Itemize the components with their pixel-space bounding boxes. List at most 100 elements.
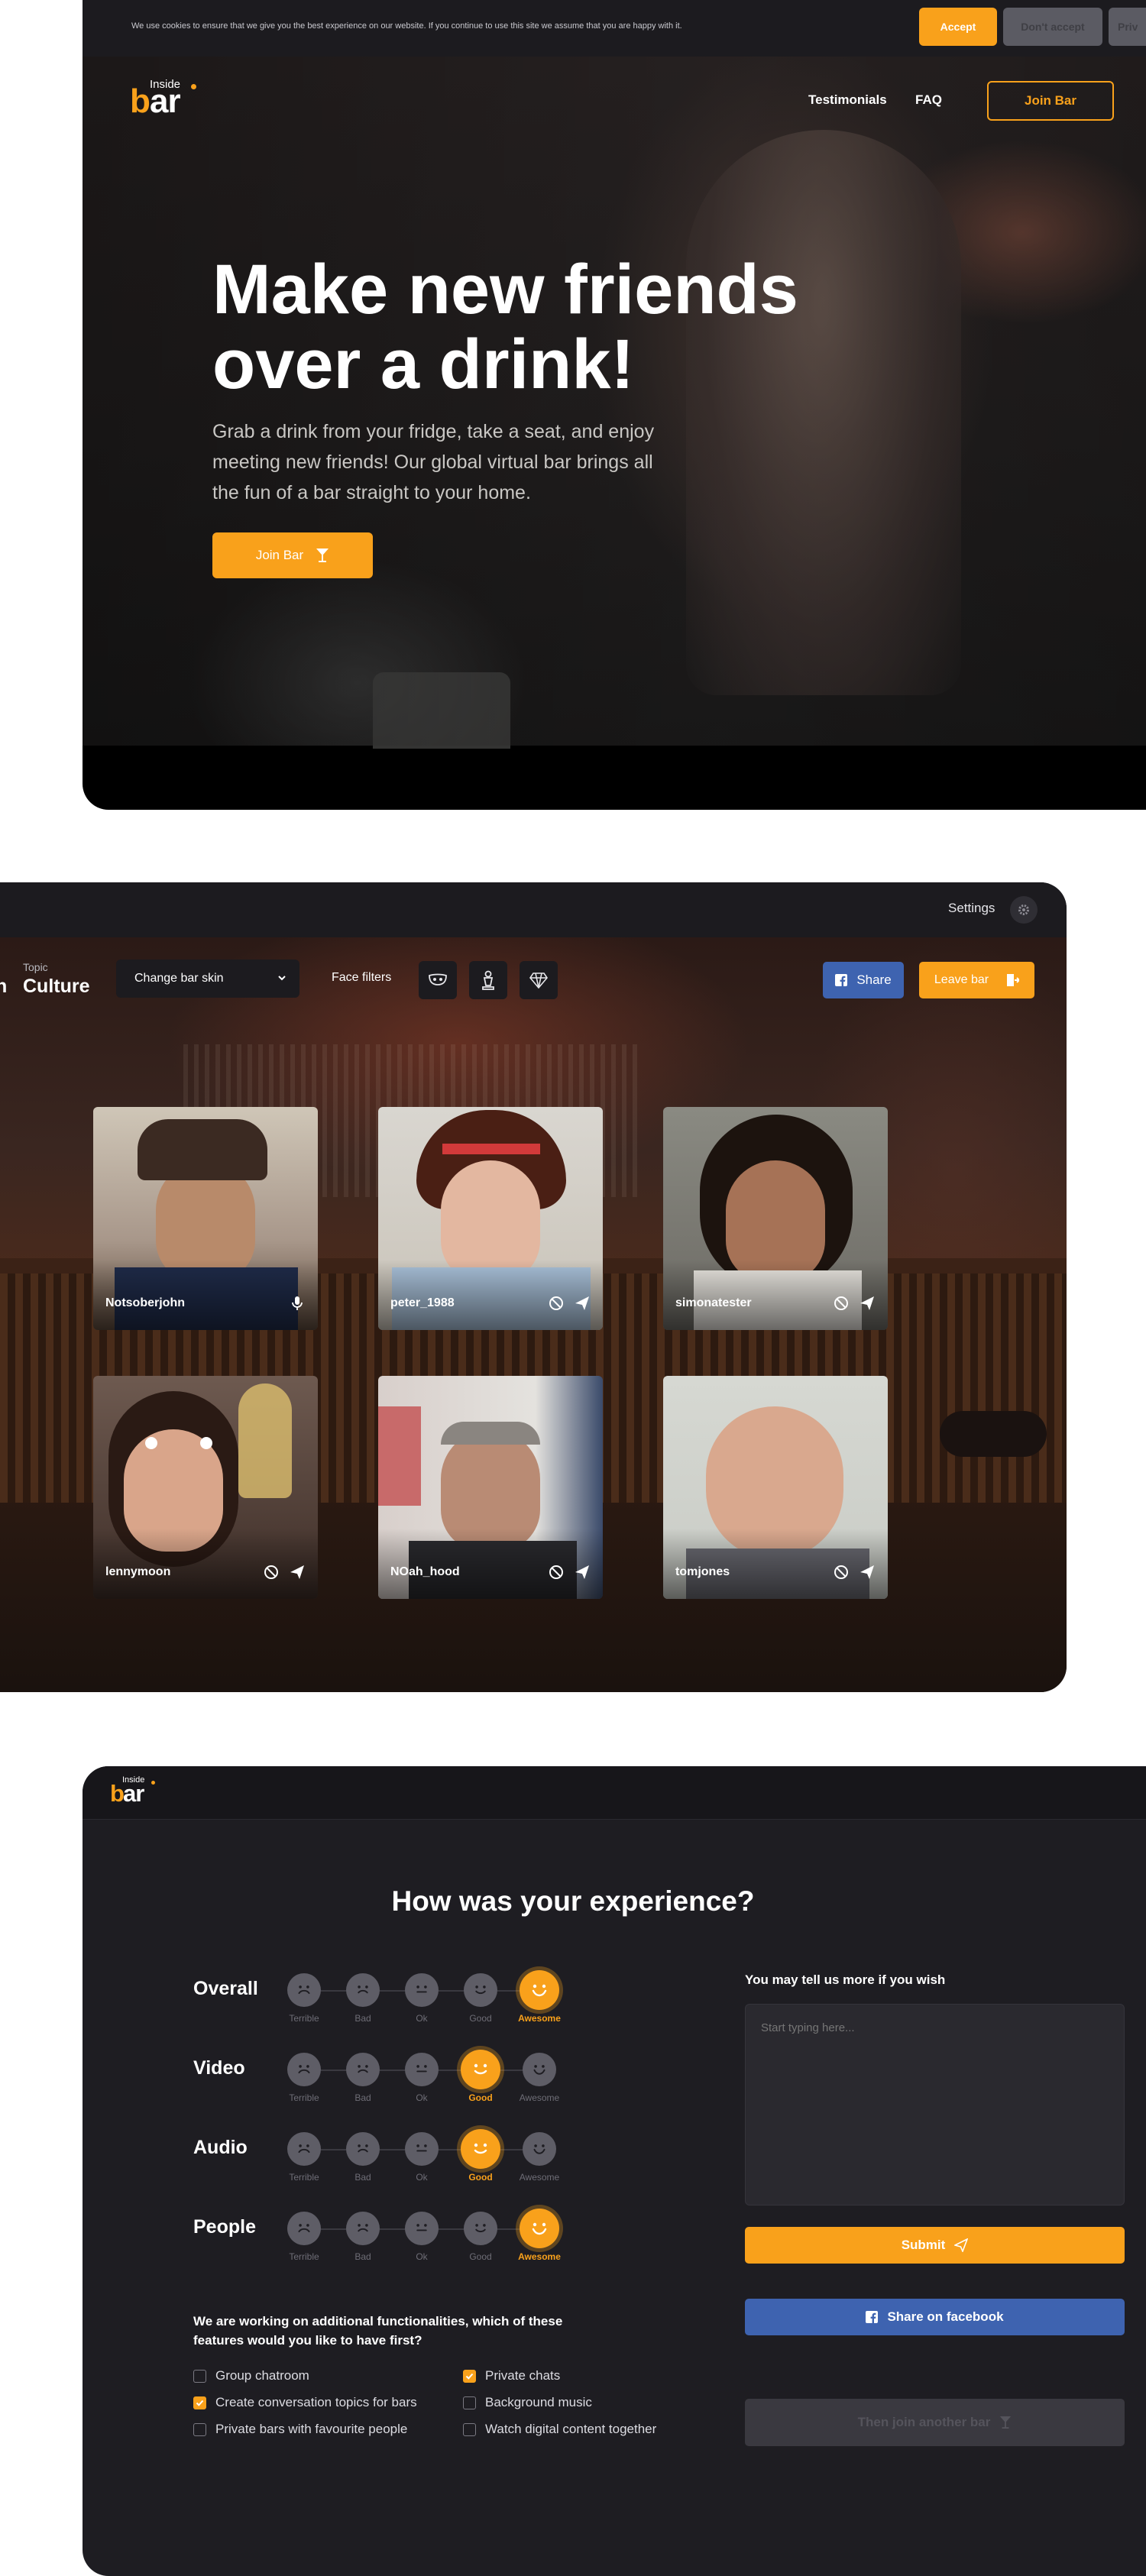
rating-option-good[interactable] xyxy=(464,1973,497,2007)
join-another-bar-button[interactable]: Then join another bar xyxy=(745,2399,1125,2446)
share-facebook-button[interactable]: Share on facebook xyxy=(745,2299,1125,2335)
share-label: Share xyxy=(856,972,892,987)
checkbox[interactable] xyxy=(193,2422,206,2436)
block-icon[interactable] xyxy=(263,1564,280,1581)
tile-shade xyxy=(378,1529,603,1599)
cookie-dont-accept-button[interactable]: Don't accept xyxy=(1003,8,1102,46)
rating-option-terrible[interactable] xyxy=(287,2132,321,2166)
site-logo[interactable]: Inside b ar xyxy=(110,1775,156,1809)
filter-statue-button[interactable] xyxy=(469,961,507,999)
rating-option-good[interactable] xyxy=(461,2129,500,2169)
bar-skin-select[interactable]: Change bar skin xyxy=(116,960,299,998)
share-button[interactable]: Share xyxy=(823,962,904,998)
feature-option[interactable]: Watch digital content together xyxy=(463,2422,656,2437)
rating-option-ok[interactable] xyxy=(405,1973,439,2007)
rating-option-awesome[interactable] xyxy=(520,1970,559,2010)
rating-option-label: Bad xyxy=(354,2251,371,2262)
cocktail-icon xyxy=(316,549,329,562)
cookie-accept-button[interactable]: Accept xyxy=(919,8,997,46)
face-bad-icon xyxy=(358,2144,368,2153)
feature-option-label: Watch digital content together xyxy=(485,2422,657,2436)
settings-button[interactable] xyxy=(1010,896,1038,924)
feedback-top-bar: Inside b ar xyxy=(83,1766,1146,1820)
tile-shade xyxy=(93,1260,318,1330)
feature-option[interactable]: Private bars with favourite people xyxy=(193,2422,407,2437)
submit-button[interactable]: Submit xyxy=(745,2227,1125,2264)
nav-join-bar-button[interactable]: Join Bar xyxy=(987,81,1114,121)
hero-title-line1: Make new friends xyxy=(212,251,798,328)
rating-option-awesome[interactable] xyxy=(520,2209,559,2248)
hero-join-bar-button[interactable]: Join Bar xyxy=(212,532,373,578)
checkbox[interactable] xyxy=(463,2396,476,2409)
flower-filter xyxy=(200,1437,212,1449)
participant-tile[interactable]: NOah_hood xyxy=(378,1376,603,1599)
rating-category-label: Video xyxy=(193,2057,245,2079)
filter-mask-button[interactable] xyxy=(419,961,457,999)
settings-label[interactable]: Settings xyxy=(948,901,995,916)
rating-option-ok[interactable] xyxy=(405,2212,439,2245)
feature-option[interactable]: Create conversation topics for bars xyxy=(193,2395,417,2410)
checkbox[interactable] xyxy=(193,2369,206,2383)
rating-option-ok[interactable] xyxy=(405,2132,439,2166)
checkbox-checked[interactable] xyxy=(193,2396,206,2409)
rating-option-terrible[interactable] xyxy=(287,2053,321,2086)
send-icon[interactable] xyxy=(859,1564,876,1581)
rating-option-awesome[interactable] xyxy=(523,2132,556,2166)
rating-option-ok[interactable] xyxy=(405,2053,439,2086)
feature-option[interactable]: Group chatroom xyxy=(193,2368,309,2383)
participant-tile[interactable]: lennymoon xyxy=(93,1376,318,1599)
feedback-panel: Inside b ar How was your experience? Ove… xyxy=(83,1766,1146,2576)
rating-option-bad[interactable] xyxy=(346,2212,380,2245)
rating-option-good[interactable] xyxy=(464,2212,497,2245)
gear-icon xyxy=(1018,905,1029,915)
rating-option-label: Ok xyxy=(416,2013,428,2024)
hero-join-label: Join Bar xyxy=(255,548,304,562)
face-bad-icon xyxy=(358,2065,368,2073)
participant-tile[interactable]: tomjones xyxy=(663,1376,888,1599)
block-icon[interactable] xyxy=(833,1564,850,1581)
rating-option-terrible[interactable] xyxy=(287,1973,321,2007)
block-icon[interactable] xyxy=(833,1295,850,1312)
rating-option-label: Ok xyxy=(416,2251,428,2262)
send-icon[interactable] xyxy=(574,1564,591,1581)
cookie-bar: We use cookies to ensure that we give yo… xyxy=(83,0,1146,57)
rating-option-bad[interactable] xyxy=(346,2132,380,2166)
rating-category-label: People xyxy=(193,2216,256,2238)
rating-option-bad[interactable] xyxy=(346,1973,380,2007)
feature-option[interactable]: Background music xyxy=(463,2395,592,2410)
face-filters-label: Face filters xyxy=(332,971,392,984)
send-icon[interactable] xyxy=(289,1564,306,1581)
rating-option-label: Bad xyxy=(354,2092,371,2103)
mask-icon xyxy=(429,973,447,985)
leave-bar-button[interactable]: Leave bar xyxy=(919,962,1034,998)
send-icon[interactable] xyxy=(859,1295,876,1312)
face-bad-icon xyxy=(358,2224,368,2232)
feature-option-label: Background music xyxy=(485,2395,592,2409)
rating-option-bad[interactable] xyxy=(346,2053,380,2086)
checkbox[interactable] xyxy=(463,2422,476,2436)
participant-name: Notsoberjohn xyxy=(105,1296,185,1309)
hero-subtitle: Grab a drink from your fridge, take a se… xyxy=(212,421,655,503)
participant-tile[interactable]: peter_1988 xyxy=(378,1107,603,1330)
bar-room-panel: Settings n Topic Culture Change bar skin… xyxy=(0,882,1067,1692)
gem-icon xyxy=(529,972,548,989)
feedback-textarea[interactable] xyxy=(745,2004,1125,2205)
block-icon[interactable] xyxy=(548,1564,565,1581)
feature-option[interactable]: Private chats xyxy=(463,2368,560,2383)
nav-testimonials[interactable]: Testimonials xyxy=(808,92,887,108)
participant-tile[interactable]: simonatester xyxy=(663,1107,888,1330)
checkbox-checked[interactable] xyxy=(463,2369,476,2383)
face-good-icon xyxy=(475,1985,486,1995)
rating-option-good[interactable] xyxy=(461,2050,500,2089)
send-icon[interactable] xyxy=(574,1295,591,1312)
face-ok-icon xyxy=(416,2144,427,2152)
participant-tile[interactable]: Notsoberjohn xyxy=(93,1107,318,1330)
site-logo[interactable]: Inside b ar xyxy=(130,78,199,124)
topic-cut-text: n xyxy=(0,976,8,997)
nav-faq[interactable]: FAQ xyxy=(915,92,942,108)
filter-gem-button[interactable] xyxy=(520,961,558,999)
cookie-privacy-button[interactable]: Priv xyxy=(1109,8,1146,46)
block-icon[interactable] xyxy=(548,1295,565,1312)
rating-option-terrible[interactable] xyxy=(287,2212,321,2245)
rating-option-awesome[interactable] xyxy=(523,2053,556,2086)
